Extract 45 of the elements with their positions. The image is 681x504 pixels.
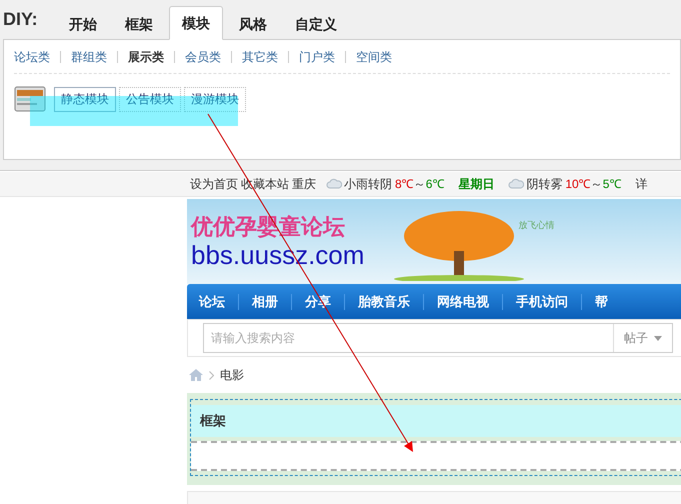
- cloud-icon: [326, 178, 342, 190]
- weekday-label: 星期日: [458, 176, 494, 193]
- nav-link[interactable]: 手机访问: [516, 292, 568, 312]
- nav-link[interactable]: 帮: [595, 292, 608, 312]
- diy-label: DIY:: [2, 8, 39, 31]
- diy-tab[interactable]: 框架: [113, 9, 165, 39]
- category-link[interactable]: 群组类: [71, 48, 107, 66]
- module-icon: [14, 86, 46, 112]
- low-temperature: 6℃: [426, 176, 444, 193]
- high-temperature: 8℃: [395, 176, 414, 193]
- module-button[interactable]: 静态模块: [54, 86, 116, 112]
- category-link[interactable]: 门户类: [299, 48, 335, 66]
- details-link[interactable]: 详: [635, 175, 648, 193]
- weather-text: 小雨转阴: [344, 176, 392, 193]
- frame-title: 框架: [200, 412, 226, 430]
- nav-link[interactable]: 网络电视: [437, 292, 489, 312]
- breadcrumb-link[interactable]: 电影: [220, 366, 244, 384]
- search-scope-dropdown[interactable]: 帖子: [613, 324, 672, 352]
- chevron-icon: [209, 370, 214, 380]
- diy-tab[interactable]: 自定义: [283, 9, 349, 39]
- temperature-separator: ～: [414, 176, 426, 193]
- category-link[interactable]: 展示类: [128, 48, 164, 66]
- weather-text: 阴转雾: [526, 176, 562, 193]
- category-link[interactable]: 其它类: [242, 48, 278, 66]
- search-field[interactable]: 请输入搜索内容 帖子: [203, 323, 673, 353]
- slogan-text: 放飞心情: [518, 219, 554, 231]
- nav-link[interactable]: 相册: [252, 292, 278, 312]
- temperature-separator: ～: [590, 176, 603, 193]
- diy-tab[interactable]: 模块: [169, 6, 223, 40]
- home-icon: [189, 369, 203, 381]
- diy-tab[interactable]: 开始: [57, 9, 109, 39]
- category-link[interactable]: 会员类: [185, 48, 221, 66]
- nav-link[interactable]: 胎教音乐: [358, 292, 410, 312]
- category-link[interactable]: 空间类: [356, 48, 392, 66]
- category-link[interactable]: 论坛类: [14, 48, 50, 66]
- search-input[interactable]: 请输入搜索内容: [204, 329, 613, 347]
- low-temperature: 5℃: [602, 176, 622, 193]
- cloud-icon: [508, 178, 524, 190]
- module-button[interactable]: 公告模块: [119, 86, 181, 112]
- high-temperature: 10℃: [565, 176, 591, 193]
- diy-tab[interactable]: 风格: [227, 9, 279, 39]
- caret-icon: [654, 336, 662, 340]
- top-link[interactable]: 设为首页: [190, 175, 238, 193]
- nav-link[interactable]: 论坛: [199, 292, 225, 312]
- city-label: 重庆: [292, 176, 316, 193]
